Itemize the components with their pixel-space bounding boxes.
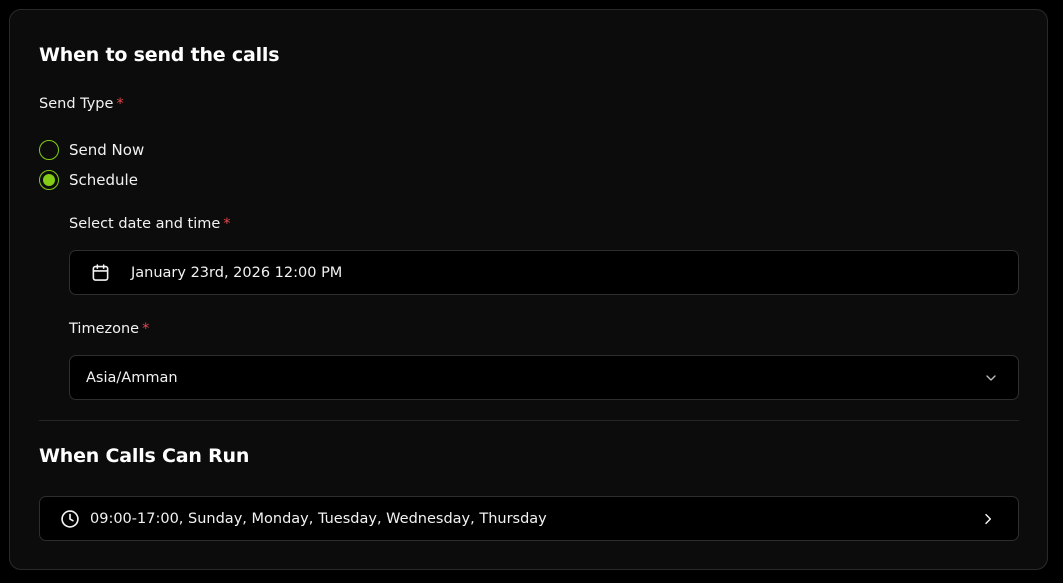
send-now-radio[interactable] [39, 140, 59, 160]
required-asterisk: * [223, 216, 231, 232]
required-asterisk: * [142, 321, 150, 337]
schedule-radio[interactable] [39, 170, 59, 190]
chevron-down-icon [983, 370, 999, 386]
clock-icon [60, 509, 80, 529]
timezone-label-text: Timezone [69, 321, 140, 337]
datetime-value: January 23rd, 2026 12:00 PM [131, 264, 343, 281]
calling-hours-summary: 09:00-17:00, Sunday, Monday, Tuesday, We… [90, 510, 547, 527]
call-scheduling-card: When to send the calls Send Type * Send N… [9, 9, 1048, 570]
datetime-picker[interactable]: January 23rd, 2026 12:00 PM [69, 250, 1019, 295]
send-now-option[interactable]: Send Now [39, 139, 144, 161]
timezone-value: Asia/Amman [86, 369, 178, 386]
required-asterisk: * [116, 96, 124, 112]
calling-hours-row[interactable]: 09:00-17:00, Sunday, Monday, Tuesday, We… [39, 496, 1019, 541]
schedule-radio-selected-dot [43, 174, 55, 186]
schedule-option[interactable]: Schedule [39, 169, 138, 191]
section-divider [39, 420, 1019, 421]
send-type-label-text: Send Type [39, 96, 114, 112]
run-section-title: When Calls Can Run [39, 445, 250, 467]
timezone-label: Timezone * [69, 321, 149, 337]
send-type-label: Send Type * [39, 96, 124, 112]
send-now-label: Send Now [69, 141, 145, 159]
chevron-right-icon [980, 511, 996, 527]
datetime-label: Select date and time * [69, 216, 231, 232]
timezone-select[interactable]: Asia/Amman [69, 355, 1019, 400]
schedule-label: Schedule [69, 171, 138, 189]
send-section-title: When to send the calls [39, 44, 280, 66]
datetime-label-text: Select date and time [69, 216, 221, 232]
calendar-icon [91, 263, 110, 282]
